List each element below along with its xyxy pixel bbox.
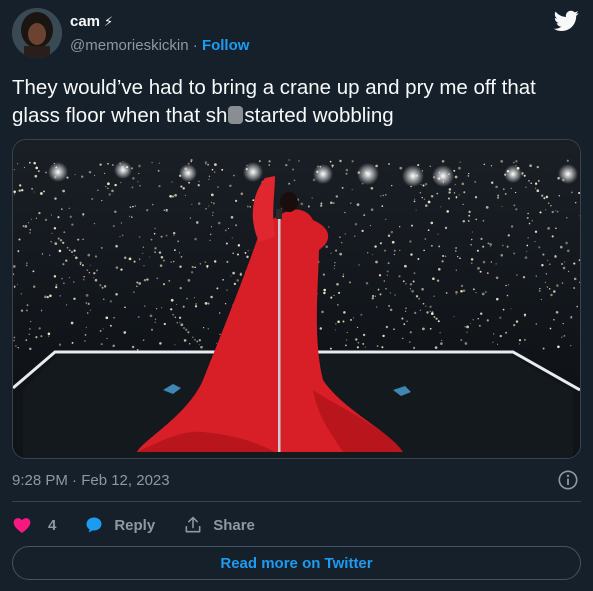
handle-line: @memorieskickin · Follow [70, 37, 249, 54]
like-count: 4 [48, 516, 57, 534]
divider [12, 501, 581, 502]
share-button[interactable]: Share [183, 515, 255, 535]
lightning-bolt-icon: ⚡ [104, 14, 114, 29]
reply-bubble-icon [86, 517, 102, 533]
display-name-text: cam [70, 13, 101, 30]
twitter-bird-icon[interactable] [554, 10, 579, 32]
avatar[interactable] [12, 8, 62, 58]
follow-button[interactable]: Follow [202, 37, 250, 54]
heart-icon [13, 518, 31, 533]
tweet-text: They would’ve had to bring a crane up an… [12, 74, 584, 130]
tweet-text-part-2: started wobbling [244, 104, 394, 127]
info-icon[interactable] [557, 469, 579, 491]
handle[interactable]: @memorieskickin [70, 37, 189, 54]
tweet-card: cam ⚡ @memorieskickin · Follow They would… [0, 0, 593, 591]
read-more-label: Read more on Twitter [220, 554, 373, 572]
censor-block [228, 106, 244, 124]
share-label: Share [213, 516, 255, 534]
handle-separator: · [188, 37, 202, 54]
display-name[interactable]: cam ⚡ [70, 13, 113, 30]
reply-button[interactable]: Reply [84, 515, 155, 535]
tweet-timestamp[interactable]: 9:28 PM · Feb 12, 2023 [12, 472, 170, 489]
reply-label: Reply [114, 516, 156, 534]
read-more-button[interactable]: Read more on Twitter [12, 546, 581, 580]
avatar-image [12, 8, 62, 58]
tweet-media[interactable] [12, 139, 581, 459]
share-upload-icon [185, 516, 201, 533]
like-button[interactable]: 4 [12, 515, 56, 535]
media-image [13, 140, 580, 458]
action-bar: 4 Reply Share [12, 512, 255, 538]
